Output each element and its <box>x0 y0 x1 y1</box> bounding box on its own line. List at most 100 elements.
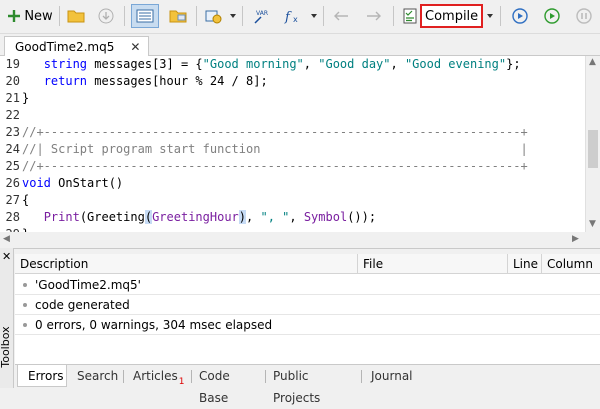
compile-dropdown-arrow[interactable] <box>487 14 493 18</box>
code-line[interactable]: 26 void OnStart() <box>0 175 124 192</box>
code-editor[interactable]: 19 string messages[3] = {"Good morning",… <box>0 56 585 241</box>
horizontal-scrollbar[interactable]: ◀ ▶ <box>0 232 585 247</box>
message-row[interactable]: code generated <box>15 295 600 315</box>
toolbox-title: Toolbox <box>0 326 12 368</box>
info-bullet-icon <box>23 283 27 287</box>
line-number: 24 <box>5 142 20 156</box>
back-arrow-icon <box>333 10 349 22</box>
line-number: 21 <box>5 91 20 105</box>
tab-journal[interactable]: Journal <box>361 365 431 387</box>
vertical-scroll-thumb[interactable] <box>588 130 598 168</box>
navigator-button[interactable] <box>131 4 159 28</box>
pause-icon <box>576 8 592 24</box>
navigator-icon <box>136 9 154 23</box>
compile-icon <box>403 8 417 24</box>
column-file[interactable]: File <box>358 254 508 274</box>
open-button[interactable] <box>64 4 88 28</box>
code-text[interactable]: //+-------------------------------------… <box>20 158 528 175</box>
svg-text:f: f <box>284 10 292 24</box>
tab-title: GoodTime2.mq5 <box>15 40 115 54</box>
play-icon <box>544 8 560 24</box>
line-number: 28 <box>5 210 20 224</box>
forward-arrow-icon <box>366 10 382 22</box>
toolbox-tabs: Errors Search Articles1 Code Base Public… <box>15 364 600 405</box>
forward-button[interactable] <box>362 4 386 28</box>
scroll-left-icon[interactable]: ◀ <box>3 235 10 244</box>
scroll-right-icon[interactable]: ▶ <box>572 235 579 244</box>
back-button[interactable] <box>329 4 353 28</box>
line-number: 22 <box>5 108 20 122</box>
line-number: 25 <box>5 159 20 173</box>
code-text[interactable]: } <box>20 90 29 107</box>
info-bullet-icon <box>23 323 27 327</box>
tab-public-projects[interactable]: Public Projects <box>263 365 367 405</box>
open-folder-icon <box>67 9 85 23</box>
editor-tab-strip: GoodTime2.mq5 ✕ <box>0 34 600 57</box>
scroll-up-icon[interactable]: ▲ <box>589 58 596 67</box>
tab-articles-label: Articles <box>133 369 178 383</box>
line-number: 27 <box>5 193 20 207</box>
compile-button[interactable]: Compile <box>420 4 484 28</box>
code-line[interactable]: 20 return messages[hour % 24 / 8]; <box>0 73 268 90</box>
line-number: 23 <box>5 125 20 139</box>
svg-text:VAR: VAR <box>256 10 268 17</box>
code-line[interactable]: 19 string messages[3] = {"Good morning",… <box>0 56 521 73</box>
code-text[interactable]: return messages[hour % 24 / 8]; <box>20 73 268 90</box>
code-line[interactable]: 23//+-----------------------------------… <box>0 124 528 141</box>
message-row[interactable]: 'GoodTime2.mq5' <box>15 275 600 295</box>
tab-close-icon[interactable]: ✕ <box>130 40 140 54</box>
articles-badge: 1 <box>178 377 185 387</box>
run-icon <box>512 8 528 24</box>
compile-icon-button[interactable] <box>400 4 420 28</box>
info-bullet-icon <box>23 303 27 307</box>
code-text[interactable]: { <box>20 192 29 209</box>
toolbar: New VAR fx Compile <box>0 0 600 34</box>
insert-variable-button[interactable]: VAR <box>248 4 276 28</box>
new-file-icon <box>7 9 21 23</box>
function-icon: fx <box>283 8 305 24</box>
code-text[interactable]: string messages[3] = {"Good morning", "G… <box>20 56 521 73</box>
line-number: 20 <box>5 74 20 88</box>
tab-code-base[interactable]: Code Base <box>189 365 271 405</box>
column-line[interactable]: Line <box>508 254 542 274</box>
grid-header: Description File Line Column <box>15 254 600 274</box>
tab-articles[interactable]: Articles1 <box>123 365 195 387</box>
code-text[interactable]: //| Script program start function | <box>20 141 528 158</box>
new-label: New <box>24 8 53 24</box>
svg-text:x: x <box>293 15 298 24</box>
message-text: 0 errors, 0 warnings, 304 msec elapsed <box>35 318 273 332</box>
line-number: 26 <box>5 176 20 190</box>
code-text[interactable]: void OnStart() <box>20 175 123 192</box>
tab-errors[interactable]: Errors <box>17 365 67 387</box>
debug-run-button[interactable] <box>508 4 532 28</box>
new-button[interactable]: New <box>6 4 54 28</box>
scroll-down-icon[interactable]: ▼ <box>589 220 596 229</box>
message-text: 'GoodTime2.mq5' <box>35 278 141 292</box>
code-line[interactable]: 21} <box>0 90 30 107</box>
profile-dropdown-arrow[interactable] <box>230 14 236 18</box>
profile-gear-icon <box>205 8 223 24</box>
download-button[interactable] <box>94 4 118 28</box>
function-dropdown-arrow[interactable] <box>311 14 317 18</box>
column-description[interactable]: Description <box>15 254 358 274</box>
code-line[interactable]: 28 Print(Greeting(GreetingHour), ", ", S… <box>0 209 376 226</box>
start-button[interactable] <box>540 4 564 28</box>
code-line[interactable]: 27{ <box>0 192 30 209</box>
column-column[interactable]: Column <box>542 254 600 274</box>
tab-search[interactable]: Search <box>67 365 123 387</box>
message-row[interactable]: 0 errors, 0 warnings, 304 msec elapsed <box>15 315 600 335</box>
code-text[interactable]: //+-------------------------------------… <box>20 124 528 141</box>
folder-button[interactable] <box>165 4 191 28</box>
message-text: code generated <box>35 298 130 312</box>
line-number: 19 <box>5 57 20 71</box>
code-text[interactable]: Print(Greeting(GreetingHour), ", ", Symb… <box>20 209 376 226</box>
insert-function-button[interactable]: fx <box>280 4 308 28</box>
code-line[interactable]: 24//| Script program start function | <box>0 141 528 158</box>
pause-button[interactable] <box>572 4 596 28</box>
code-line[interactable]: 25//+-----------------------------------… <box>0 158 528 175</box>
code-line[interactable]: 22 <box>0 107 22 124</box>
profile-button[interactable] <box>201 4 227 28</box>
folder-icon <box>169 9 187 23</box>
tab-goodtime2[interactable]: GoodTime2.mq5 ✕ <box>4 36 150 57</box>
toolbox-close-icon[interactable]: ✕ <box>2 250 11 263</box>
